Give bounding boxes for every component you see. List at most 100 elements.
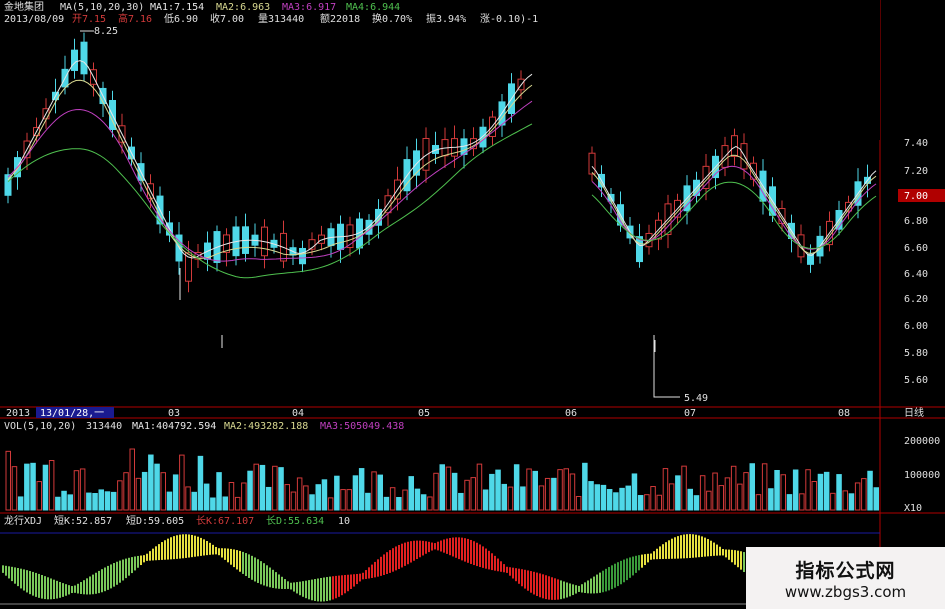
- ma1-value: MA1:7.154: [150, 2, 204, 13]
- indicator-bar: [698, 535, 700, 558]
- indicator-bar: [254, 557, 256, 582]
- volume-bar: [234, 496, 241, 511]
- indicator-bar: [440, 540, 442, 552]
- volume-bar: [780, 474, 786, 511]
- vol-tick: 100000: [904, 470, 940, 481]
- volume-bar: [513, 464, 520, 511]
- indicator-bar: [731, 549, 733, 563]
- volume-bar: [11, 466, 18, 511]
- indicator-bar: [638, 555, 640, 571]
- indicator-bar: [347, 574, 349, 592]
- indicator-bar: [656, 548, 658, 560]
- indicator-bar: [623, 559, 625, 583]
- volume-bar: [724, 477, 731, 511]
- volume-bar: [687, 488, 693, 511]
- indicator-bar: [524, 569, 526, 589]
- volume-bar: [848, 493, 855, 511]
- volume-bar: [172, 474, 179, 511]
- vol-params: VOL(5,10,20): [4, 421, 76, 432]
- low-annotation: 5.49: [684, 393, 708, 404]
- indicator-bar: [86, 578, 88, 595]
- indicator-bar: [356, 573, 358, 585]
- date-value: 2013/08/09: [4, 14, 64, 25]
- indicator-bar: [437, 541, 439, 551]
- price-tick: 6.00: [904, 321, 928, 332]
- month-label: 04: [292, 408, 304, 419]
- indicator-bar: [125, 558, 127, 579]
- price-tick: 7.20: [904, 166, 928, 177]
- volume-bar: [681, 465, 687, 511]
- indicator-bar: [41, 575, 43, 599]
- indicator-bar: [113, 563, 115, 587]
- indicator-bar: [398, 544, 400, 569]
- indicator-bar: [14, 567, 16, 584]
- volume-bar: [693, 495, 700, 511]
- indicator-bar: [401, 543, 403, 568]
- indicator-bar: [239, 550, 241, 572]
- price-tick: 6.20: [904, 294, 928, 305]
- stock-name: 金地集团: [4, 0, 44, 13]
- volume-bar: [675, 475, 681, 511]
- indicator-bar: [383, 554, 385, 575]
- volume-bar: [520, 486, 526, 511]
- indicator-bar: [554, 578, 556, 600]
- indicator-bar: [263, 563, 265, 586]
- indicator-bar: [284, 579, 286, 589]
- indicator-bar: [53, 579, 55, 600]
- volume-bar: [600, 484, 607, 511]
- indicator-bar: [674, 537, 676, 559]
- indicator-bar: [230, 548, 232, 565]
- indicator-bar: [608, 567, 610, 591]
- high-value: 高7.16: [118, 12, 152, 25]
- indicator-bar: [605, 568, 607, 592]
- volume-bar: [383, 496, 390, 511]
- indicator-bar: [389, 550, 391, 573]
- indicator-bar: [485, 548, 487, 569]
- indicator-bar: [494, 555, 496, 571]
- indicator-bar: [83, 580, 85, 595]
- indicator-bar: [701, 536, 703, 557]
- indicator-bar: [242, 551, 244, 574]
- volume-bar: [532, 470, 538, 511]
- indicator-series: [2, 534, 745, 602]
- indicator-bar: [509, 567, 511, 576]
- ind-header: 龙行XDJ 短K:52.857 短D:59.605 长K:67.107 长D:5…: [4, 514, 350, 527]
- indicator-bar: [491, 553, 493, 571]
- indicator-bar: [98, 570, 100, 594]
- volume-bar: [563, 468, 569, 511]
- volume-bar: [749, 463, 755, 511]
- volume-bar: [873, 487, 879, 511]
- volume-bar: [792, 469, 799, 511]
- indicator-bar: [176, 535, 178, 559]
- volume-bar: [135, 477, 142, 511]
- volume-bar: [396, 497, 402, 511]
- ma-params: MA(5,10,20,30): [60, 2, 144, 13]
- ind-name: 龙行XDJ: [4, 514, 42, 527]
- indicator-bar: [632, 556, 634, 576]
- candle-body: [299, 247, 306, 265]
- indicator-bar: [26, 570, 28, 593]
- volume-bar: [241, 482, 247, 511]
- indicator-bar: [134, 556, 136, 571]
- indicator-bar: [29, 571, 31, 595]
- indicator-bar: [404, 542, 406, 566]
- indicator-bar: [80, 582, 82, 594]
- indicator-bar: [620, 560, 622, 585]
- volume-bar: [526, 468, 532, 511]
- amount-value: 额22018: [320, 12, 360, 25]
- volume-bar: [371, 471, 377, 511]
- indicator-bar: [584, 582, 586, 593]
- indicator-bar: [173, 536, 175, 560]
- stock-chart[interactable]: 金地集团 MA(5,10,20,30) MA1:7.154 MA2:6.963 …: [0, 0, 945, 609]
- volume-bar: [631, 473, 638, 511]
- indicator-bar: [599, 572, 601, 593]
- indicator-bar: [377, 559, 379, 577]
- vol-unit: X10: [904, 503, 922, 514]
- volume-bar: [123, 472, 129, 511]
- volume-bar: [458, 492, 464, 511]
- indicator-bar: [302, 581, 304, 597]
- indicator-bar: [470, 539, 472, 564]
- price-tick: 7.40: [904, 138, 928, 149]
- indicator-bar: [530, 571, 532, 593]
- month-label: 06: [565, 408, 577, 419]
